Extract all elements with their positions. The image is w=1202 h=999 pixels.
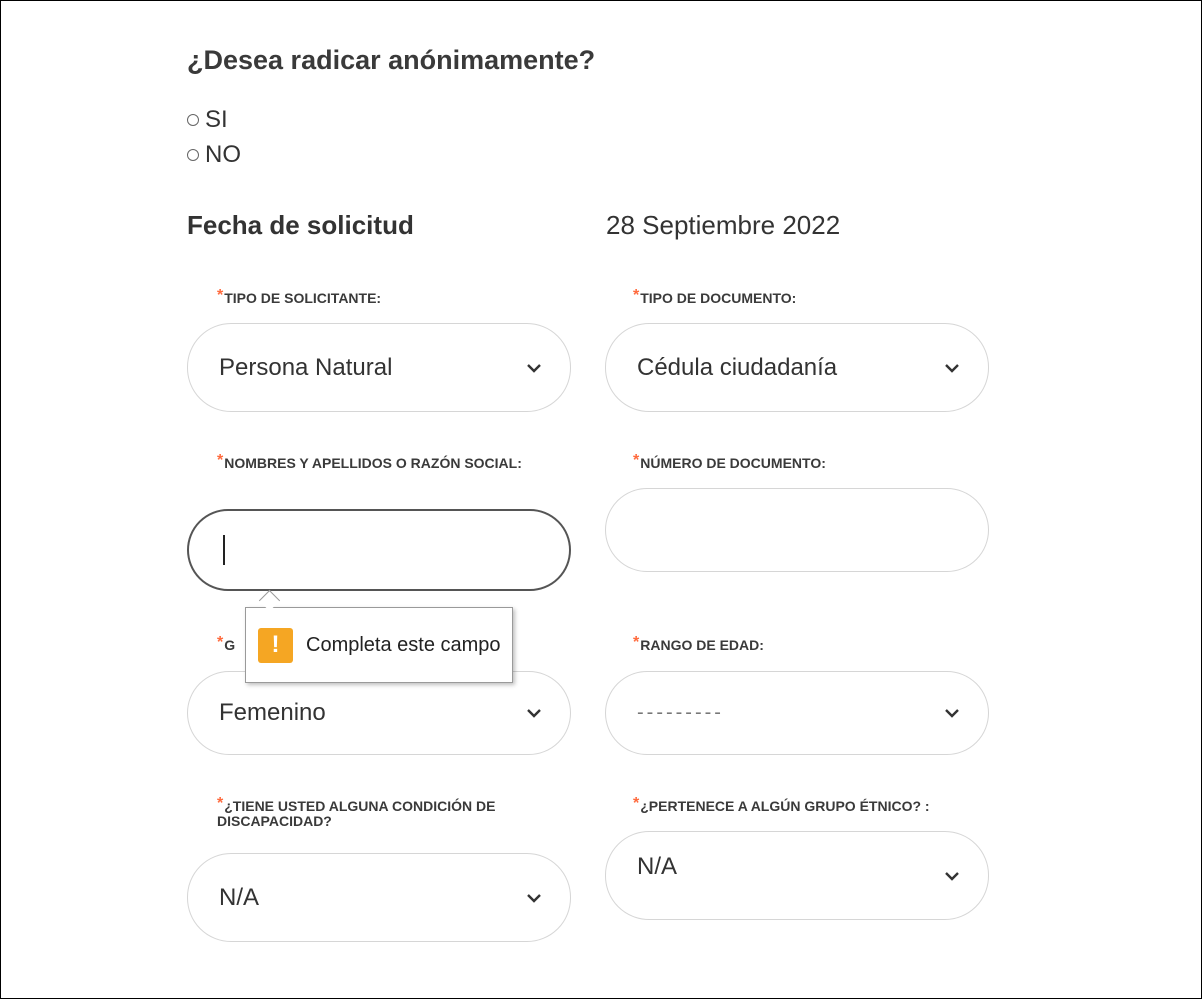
document-number-input[interactable] (605, 488, 989, 572)
disability-value: N/A (219, 883, 260, 911)
required-asterisk: * (217, 795, 224, 812)
required-asterisk: * (217, 634, 224, 651)
gender-value: Femenino (219, 699, 326, 726)
age-range-select[interactable]: --------- (605, 671, 989, 755)
required-asterisk: * (633, 287, 640, 304)
request-date-label: Fecha de solicitud (187, 210, 414, 240)
document-type-label: *TIPO DE DOCUMENTO: (633, 287, 797, 306)
age-range-label: *RANGO DE EDAD: (633, 634, 764, 653)
chevron-down-icon (527, 709, 541, 718)
applicant-type-select[interactable]: Persona Natural (187, 323, 571, 412)
full-name-input[interactable] (187, 509, 571, 591)
ethnic-group-label: *¿PERTENECE A ALGÚN GRUPO ÉTNICO? : (633, 795, 930, 814)
radio-no-label: NO (205, 141, 241, 168)
gender-select[interactable]: Femenino (187, 671, 571, 755)
document-type-value: Cédula ciudadanía (637, 353, 838, 381)
chevron-down-icon (945, 709, 959, 718)
radio-option-no[interactable]: NO (187, 141, 241, 169)
disability-select[interactable]: N/A (187, 853, 571, 942)
page-frame (0, 0, 1202, 999)
chevron-down-icon (945, 363, 959, 373)
chevron-down-icon (945, 871, 959, 881)
tooltip-message: Completa este campo (306, 633, 501, 656)
radio-option-si[interactable]: SI (187, 106, 228, 134)
required-asterisk: * (633, 452, 640, 469)
ethnic-group-value: N/A (637, 852, 678, 880)
radio-no-circle[interactable] (187, 149, 199, 161)
ethnic-group-select[interactable]: N/A (605, 831, 989, 920)
anonymous-question: ¿Desea radicar anónimamente? (187, 45, 596, 75)
applicant-type-value: Persona Natural (219, 353, 393, 381)
document-type-select[interactable]: Cédula ciudadanía (605, 323, 989, 412)
text-cursor (223, 535, 225, 565)
required-asterisk: * (633, 795, 640, 812)
required-asterisk: * (217, 287, 224, 304)
warning-icon: ! (258, 627, 293, 663)
document-number-label: *NÚMERO DE DOCUMENTO: (633, 452, 826, 471)
age-range-value: --------- (637, 701, 724, 724)
validation-tooltip: ! Completa este campo (245, 607, 513, 683)
applicant-type-label: *TIPO DE SOLICITANTE: (217, 287, 382, 306)
required-asterisk: * (633, 634, 640, 651)
chevron-down-icon (527, 893, 541, 903)
radio-si-label: SI (205, 106, 228, 133)
disability-label: *¿TIENE USTED ALGUNA CONDICIÓN DE DISCAP… (217, 795, 496, 829)
required-asterisk: * (217, 452, 224, 469)
request-date-value: 28 Septiembre 2022 (606, 210, 841, 240)
radio-si-circle[interactable] (187, 114, 199, 126)
full-name-label: *NOMBRES Y APELLIDOS O RAZÓN SOCIAL: (217, 452, 522, 471)
chevron-down-icon (527, 363, 541, 373)
